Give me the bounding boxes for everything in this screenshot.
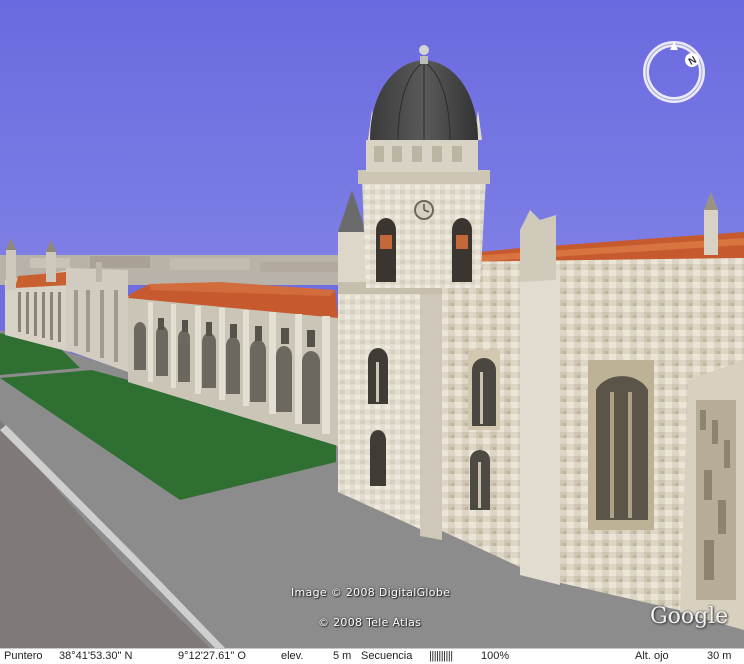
belfry-arch-right (452, 218, 472, 282)
church-portal (680, 360, 744, 630)
church-window-right (588, 360, 654, 530)
church-window-lower (470, 450, 490, 510)
streaming-progress-bar: |||||||||| (429, 650, 453, 662)
church-window-left (468, 350, 500, 430)
imagery-attribution: Image © 2008 DigitalGlobe (291, 586, 451, 599)
tower-window-lower (370, 430, 386, 486)
dome-finial (419, 45, 429, 55)
map-viewport[interactable]: Image © 2008 DigitalGlobe © 2008 Tele At… (0, 0, 744, 648)
streaming-percent: 100% (481, 650, 510, 662)
status-bar: Puntero 38°41'53.30" N 9°12'27.61" O ele… (0, 648, 744, 664)
google-logo: Google (650, 604, 729, 629)
data-attribution: © 2008 Tele Atlas (318, 616, 422, 629)
3d-scene[interactable] (0, 0, 744, 648)
compass-ring-icon[interactable]: N (640, 38, 708, 106)
elevation-label: elev. (281, 650, 304, 662)
belfry-arch-left (376, 218, 396, 282)
pointer-label: Puntero (4, 650, 43, 662)
streaming-label: Secuencia (361, 650, 413, 662)
eye-altitude-label: Alt. ojo (635, 650, 669, 662)
pointer-longitude: 9°12'27.61" O (178, 650, 246, 662)
pointer-latitude: 38°41'53.30" N (59, 650, 133, 662)
eye-altitude-value: 30 m (707, 650, 732, 662)
elevation-value: 5 m (333, 650, 352, 662)
